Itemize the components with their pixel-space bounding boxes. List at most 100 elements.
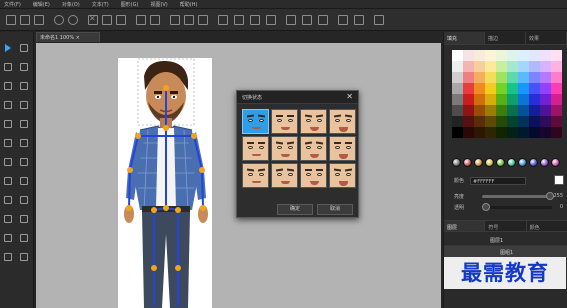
color-swatch[interactable] xyxy=(485,50,496,61)
vertical-text-tool-icon[interactable] xyxy=(20,158,28,166)
color-swatch[interactable] xyxy=(485,116,496,127)
direct-select-tool-icon[interactable] xyxy=(20,44,28,52)
bring-front-icon[interactable] xyxy=(250,15,260,25)
gradient-swatch[interactable] xyxy=(507,158,516,167)
tab-fill[interactable]: 填充 xyxy=(444,32,485,44)
color-swatch[interactable] xyxy=(540,94,551,105)
flip-h-icon[interactable] xyxy=(286,15,296,25)
color-swatch[interactable] xyxy=(463,61,474,72)
color-swatch[interactable] xyxy=(452,105,463,116)
color-swatch[interactable] xyxy=(518,61,529,72)
color-swatch[interactable] xyxy=(529,94,540,105)
color-swatch[interactable] xyxy=(463,94,474,105)
color-swatch[interactable] xyxy=(496,127,507,138)
color-preview[interactable] xyxy=(554,175,564,185)
color-swatch[interactable] xyxy=(496,61,507,72)
color-swatch[interactable] xyxy=(551,94,562,105)
color-swatch[interactable] xyxy=(474,61,485,72)
color-swatch[interactable] xyxy=(518,50,529,61)
star-tool-icon[interactable] xyxy=(20,139,28,147)
layer-down-icon[interactable] xyxy=(234,15,244,25)
color-swatch[interactable] xyxy=(474,116,485,127)
zoom-tool-icon[interactable] xyxy=(4,253,12,261)
gradient-swatch[interactable] xyxy=(496,158,505,167)
fill-tool-icon[interactable] xyxy=(4,177,12,185)
character-illustration[interactable] xyxy=(118,58,212,308)
expression-thumbnail[interactable] xyxy=(329,136,356,161)
color-swatch[interactable] xyxy=(463,83,474,94)
color-swatch[interactable] xyxy=(474,94,485,105)
expression-thumbnail[interactable] xyxy=(300,163,327,188)
expression-thumbnail[interactable] xyxy=(300,136,327,161)
expression-thumbnail[interactable] xyxy=(329,109,356,134)
align-left-icon[interactable] xyxy=(170,15,180,25)
color-swatch[interactable] xyxy=(529,83,540,94)
color-swatch[interactable] xyxy=(474,83,485,94)
color-swatch[interactable] xyxy=(551,83,562,94)
opacity-slider[interactable] xyxy=(482,203,552,211)
split-icon[interactable] xyxy=(354,15,364,25)
blend-tool-icon[interactable] xyxy=(4,234,12,242)
color-swatch[interactable] xyxy=(452,61,463,72)
color-swatch[interactable] xyxy=(507,83,518,94)
open-file-icon[interactable] xyxy=(20,15,30,25)
color-swatch[interactable] xyxy=(474,105,485,116)
hand-tool-icon[interactable] xyxy=(20,253,28,261)
color-swatch[interactable] xyxy=(529,105,540,116)
cancel-button[interactable]: 取消 xyxy=(317,204,353,215)
expression-thumbnail[interactable] xyxy=(300,109,327,134)
copy-icon[interactable] xyxy=(102,15,112,25)
menu-object[interactable]: 对象(O) xyxy=(62,1,80,8)
pencil-tool-icon[interactable] xyxy=(20,63,28,71)
layer-row[interactable]: 图层1 xyxy=(444,234,567,246)
color-swatch[interactable] xyxy=(474,72,485,83)
color-swatch[interactable] xyxy=(452,94,463,105)
curve-tool-icon[interactable] xyxy=(20,101,28,109)
expression-thumbnail[interactable] xyxy=(271,109,298,134)
eraser-tool-icon[interactable] xyxy=(20,82,28,90)
transform-tool-icon[interactable] xyxy=(20,196,28,204)
rotate-icon[interactable] xyxy=(318,15,328,25)
gradient-swatch[interactable] xyxy=(463,158,472,167)
tab-effect[interactable]: 效果 xyxy=(526,32,567,44)
menu-file[interactable]: 文件(F) xyxy=(4,1,21,8)
close-icon[interactable]: ✕ xyxy=(346,92,353,102)
export-icon[interactable] xyxy=(374,15,384,25)
color-swatch[interactable] xyxy=(463,116,474,127)
layer-up-icon[interactable] xyxy=(218,15,228,25)
menu-graphics[interactable]: 图形(G) xyxy=(121,1,139,8)
color-swatch[interactable] xyxy=(507,94,518,105)
ok-button[interactable]: 确定 xyxy=(277,204,313,215)
line-tool-icon[interactable] xyxy=(4,101,12,109)
color-swatch[interactable] xyxy=(452,50,463,61)
color-swatch[interactable] xyxy=(496,83,507,94)
undo-icon[interactable] xyxy=(54,15,64,25)
text-tool-icon[interactable] xyxy=(4,158,12,166)
rect-tool-icon[interactable] xyxy=(4,120,12,128)
color-swatch[interactable] xyxy=(507,72,518,83)
color-swatch[interactable] xyxy=(496,72,507,83)
color-swatch[interactable] xyxy=(540,116,551,127)
color-swatch[interactable] xyxy=(529,127,540,138)
color-swatch[interactable] xyxy=(540,72,551,83)
ungroup-icon[interactable] xyxy=(150,15,160,25)
symbol-tool-icon[interactable] xyxy=(20,234,28,242)
color-swatch[interactable] xyxy=(496,116,507,127)
shape-builder-tool-icon[interactable] xyxy=(20,215,28,223)
pen-tool-icon[interactable] xyxy=(4,63,12,71)
color-swatch[interactable] xyxy=(551,72,562,83)
color-swatch[interactable] xyxy=(452,83,463,94)
color-swatch[interactable] xyxy=(518,105,529,116)
gradient-swatch[interactable] xyxy=(452,158,461,167)
gradient-tool-icon[interactable] xyxy=(20,177,28,185)
color-swatch[interactable] xyxy=(540,105,551,116)
color-swatch[interactable] xyxy=(518,127,529,138)
color-swatch[interactable] xyxy=(463,105,474,116)
eyedropper-tool-icon[interactable] xyxy=(4,196,12,204)
color-swatch[interactable] xyxy=(518,72,529,83)
gradient-swatch[interactable] xyxy=(551,158,560,167)
tab-stroke[interactable]: 描边 xyxy=(485,32,526,44)
document-tab[interactable]: 未命名1 100% × xyxy=(36,32,100,42)
new-file-icon[interactable] xyxy=(6,15,16,25)
flip-v-icon[interactable] xyxy=(302,15,312,25)
